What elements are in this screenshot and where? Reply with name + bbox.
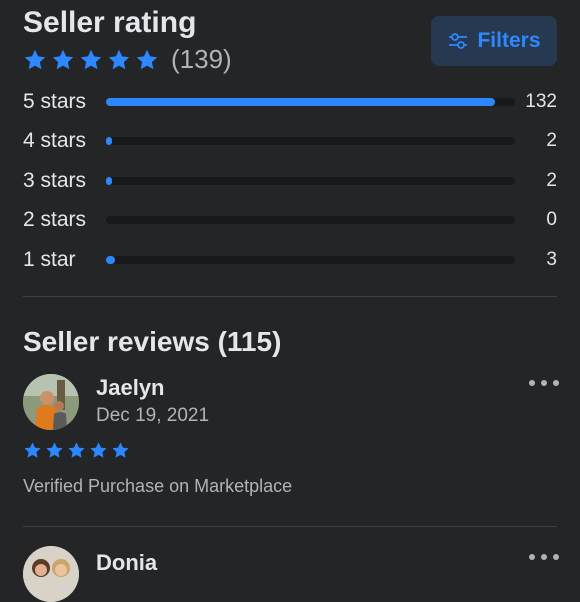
rating-label: 1 star [23, 248, 76, 271]
dot-icon [529, 380, 535, 386]
rating-bar [106, 177, 515, 185]
rating-count-value: 132 [525, 91, 557, 112]
reviews-section-title: Seller reviews (115) [23, 326, 282, 357]
rating-row-4: 4 stars 2 [23, 126, 563, 156]
filters-button[interactable]: Filters [431, 16, 557, 66]
rating-label: 4 stars [23, 129, 87, 152]
rating-bar [106, 137, 515, 145]
rating-row-3: 3 stars 2 [23, 166, 563, 196]
star-icon [79, 48, 103, 72]
overall-rating: (139) [23, 44, 232, 75]
more-options-button[interactable] [529, 376, 559, 390]
star-icon [51, 48, 75, 72]
avatar[interactable] [23, 546, 79, 602]
rating-bar [106, 256, 515, 264]
reviewer-name[interactable]: Jaelyn [96, 375, 165, 401]
star-icon [89, 441, 108, 460]
review-date: Dec 19, 2021 [96, 405, 210, 426]
star-icon [107, 48, 131, 72]
star-icon [135, 48, 159, 72]
reviewer-name[interactable]: Donia [96, 550, 157, 576]
dot-icon [553, 554, 559, 560]
rating-label: 2 stars [23, 208, 87, 231]
divider [23, 526, 557, 527]
star-icon [23, 441, 42, 460]
rating-count: (139) [171, 44, 232, 74]
divider [23, 296, 557, 297]
dot-icon [541, 554, 547, 560]
rating-row-5: 5 stars 132 [23, 87, 563, 117]
rating-count-value: 3 [546, 249, 557, 270]
star-icon [23, 48, 47, 72]
rating-bar [106, 98, 515, 106]
review-text: Verified Purchase on Marketplace [23, 476, 293, 496]
filter-sliders-icon [447, 30, 469, 52]
page-title: Seller rating [23, 6, 197, 39]
rating-label: 5 stars [23, 90, 87, 113]
filters-label: Filters [477, 29, 541, 52]
more-options-button[interactable] [529, 550, 559, 564]
dot-icon [529, 554, 535, 560]
review-stars [23, 441, 133, 460]
rating-count-value: 2 [546, 170, 557, 191]
dot-icon [553, 380, 559, 386]
star-icon [111, 441, 130, 460]
rating-bar [106, 216, 515, 224]
star-icon [67, 441, 86, 460]
dot-icon [541, 380, 547, 386]
rating-bar-fill [106, 177, 112, 185]
rating-count-value: 0 [546, 209, 557, 230]
rating-label: 3 stars [23, 169, 87, 192]
rating-bar-fill [106, 98, 495, 106]
rating-bar-fill [106, 137, 112, 145]
rating-row-1: 1 star 3 [23, 245, 563, 275]
rating-count-value: 2 [546, 130, 557, 151]
rating-row-2: 2 stars 0 [23, 205, 563, 235]
rating-bar-fill [106, 256, 115, 264]
avatar[interactable] [23, 374, 79, 430]
star-icon [45, 441, 64, 460]
